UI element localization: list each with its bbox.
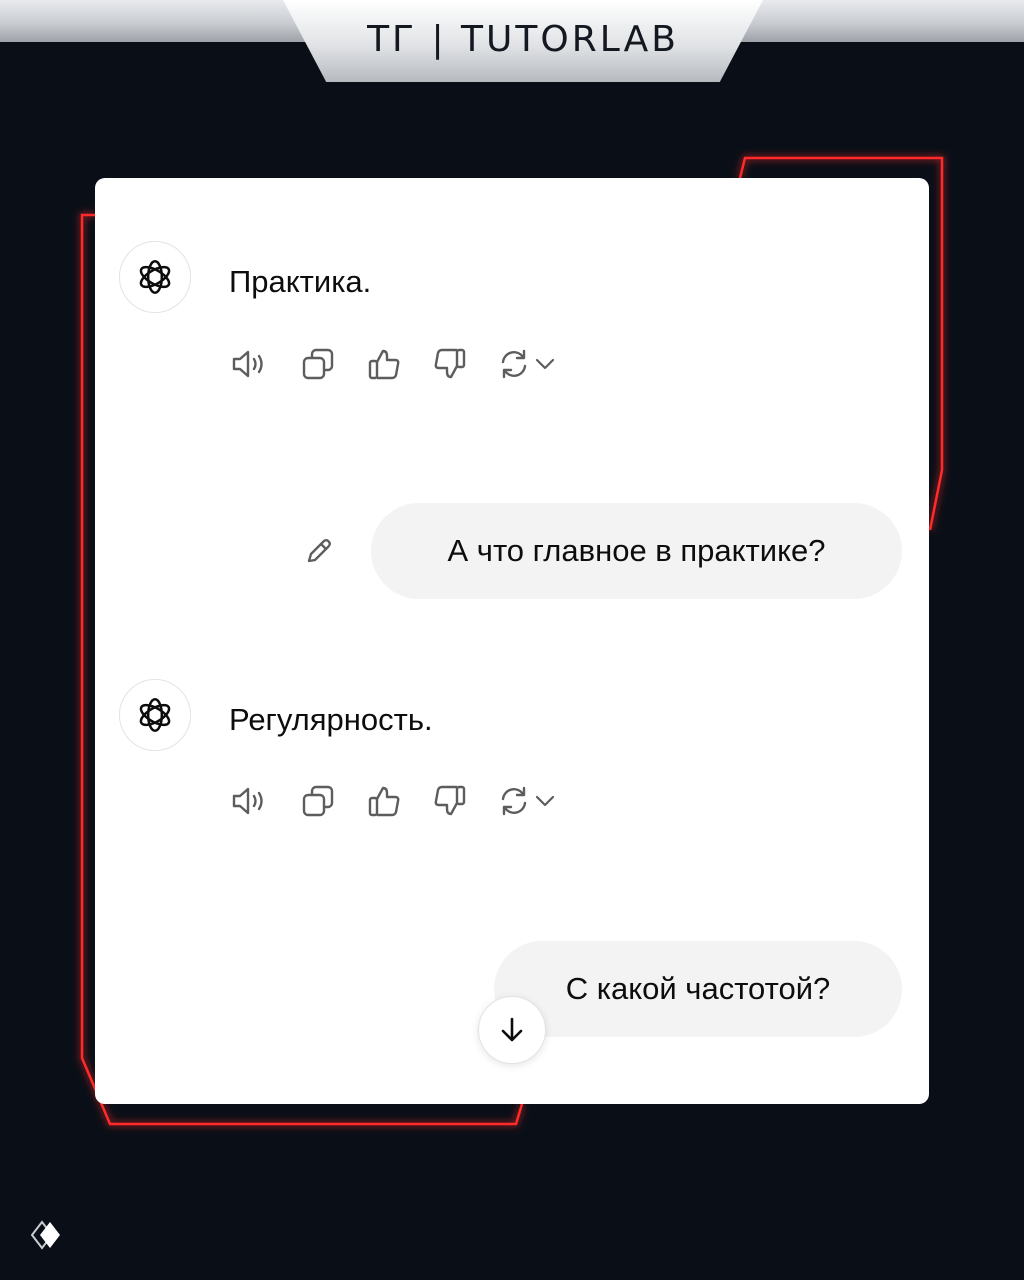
assistant-message-text: Регулярность. (229, 702, 433, 737)
message-actions (229, 344, 579, 384)
tutorlab-logo-icon (30, 1220, 60, 1250)
user-message-bubble: А что главное в практике? (371, 503, 902, 599)
thumbs-up-icon (368, 349, 400, 380)
copy-icon (302, 348, 334, 380)
message-actions (229, 781, 579, 821)
regenerate-icon (501, 349, 527, 379)
regenerate-button[interactable] (494, 781, 534, 821)
edit-message-button[interactable] (298, 532, 338, 572)
read-aloud-button[interactable] (229, 344, 269, 384)
thumbs-up-button[interactable] (364, 344, 404, 384)
user-message-bubble: С какой частотой? (494, 941, 902, 1037)
thumbs-down-icon (434, 348, 466, 379)
read-aloud-icon (232, 787, 263, 815)
read-aloud-icon (232, 350, 263, 378)
assistant-avatar (119, 679, 191, 751)
assistant-message-text: Практика. (229, 264, 372, 299)
regenerate-options-button[interactable] (531, 344, 559, 384)
thumbs-up-button[interactable] (364, 781, 404, 821)
chevron-down-icon (535, 358, 555, 370)
copy-button[interactable] (298, 344, 338, 384)
read-aloud-button[interactable] (229, 781, 269, 821)
scroll-to-bottom-button[interactable] (478, 996, 546, 1064)
regenerate-options-button[interactable] (531, 781, 559, 821)
thumbs-down-button[interactable] (430, 781, 470, 821)
copy-icon (302, 785, 334, 817)
arrow-down-icon (501, 1017, 523, 1042)
thumbs-down-button[interactable] (430, 344, 470, 384)
pencil-icon (307, 539, 331, 563)
copy-button[interactable] (298, 781, 338, 821)
openai-logo-icon (139, 259, 171, 295)
regenerate-button[interactable] (494, 344, 534, 384)
thumbs-down-icon (434, 785, 466, 816)
thumbs-up-icon (368, 786, 400, 817)
chevron-down-icon (535, 795, 555, 807)
openai-logo-icon (139, 697, 171, 733)
chat-card: Практика. А что главное в практике? Регу… (95, 178, 929, 1104)
regenerate-icon (501, 786, 527, 816)
assistant-avatar (119, 241, 191, 313)
